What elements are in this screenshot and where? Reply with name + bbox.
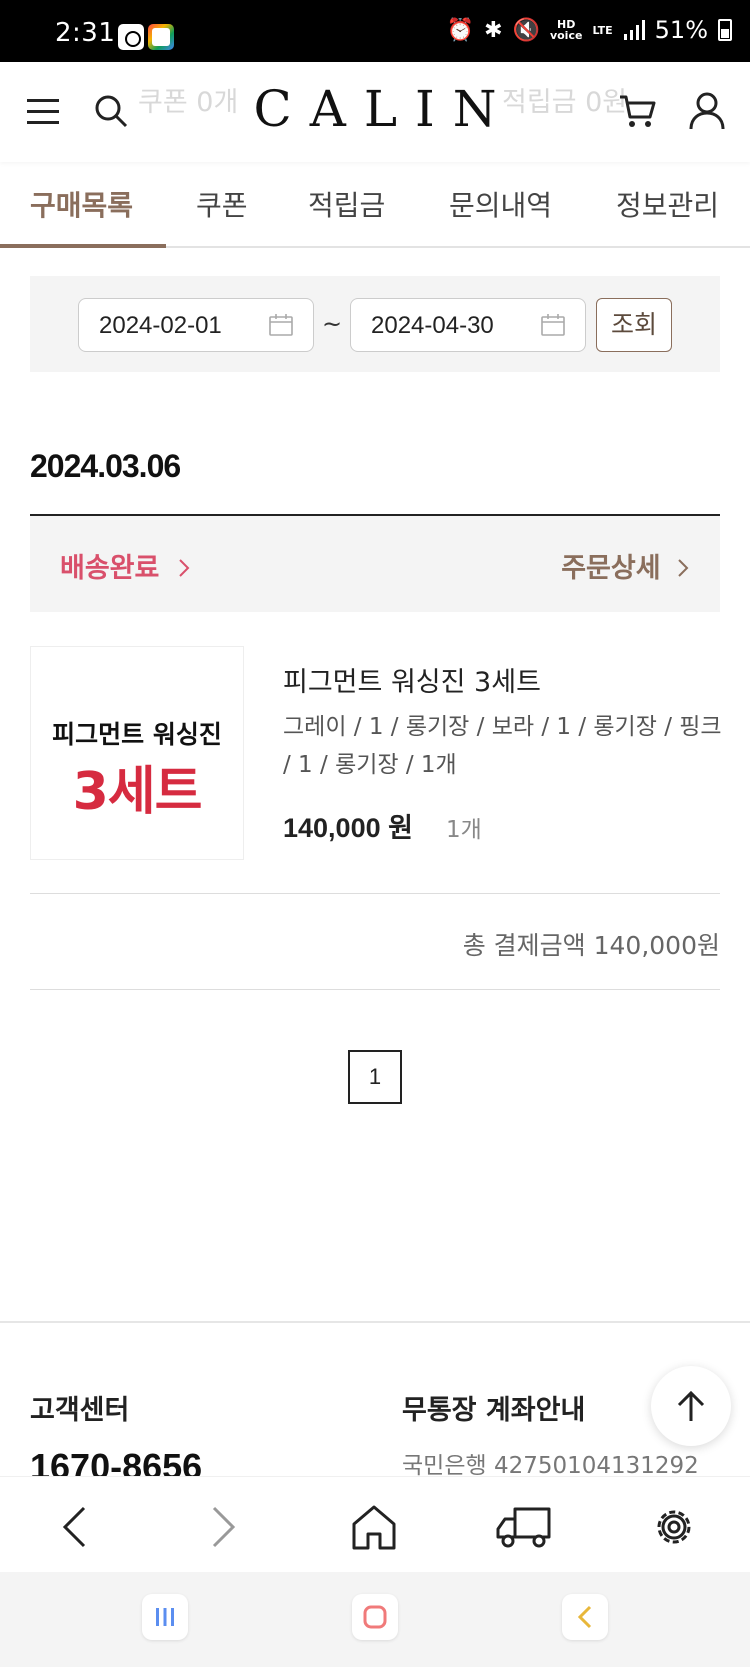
signal-icon bbox=[623, 20, 645, 40]
system-back-button[interactable] bbox=[562, 1594, 608, 1640]
system-navigation-bar bbox=[0, 1572, 750, 1667]
truck-icon bbox=[496, 1507, 551, 1548]
product-quantity: 1개 bbox=[446, 817, 482, 843]
bank-account-info: 국민은행 42750104131292 bbox=[402, 1453, 699, 1479]
product-thumbnail[interactable]: 피그먼트 워싱진 3세트 bbox=[30, 646, 244, 860]
product-name[interactable]: 피그먼트 워싱진 3세트 bbox=[283, 660, 541, 699]
bank-account-title: 무통장 계좌안내 bbox=[402, 1395, 586, 1426]
mute-icon: 🔇 bbox=[512, 17, 540, 43]
chevron-left-icon bbox=[62, 1506, 86, 1548]
tab-coupons[interactable]: 쿠폰 bbox=[196, 184, 248, 224]
start-date-input[interactable]: 2024-02-01 bbox=[78, 298, 314, 352]
account-button[interactable] bbox=[684, 88, 730, 134]
status-icons: ⏰ ✱ 🔇 HD voice LTE 51% bbox=[447, 16, 732, 44]
calendar-icon bbox=[269, 314, 293, 336]
home-square-icon bbox=[363, 1605, 387, 1629]
end-date-input[interactable]: 2024-04-30 bbox=[350, 298, 586, 352]
battery-icon bbox=[718, 19, 732, 41]
status-bar: 2:31 ⏰ ✱ 🔇 HD voice LTE 51% bbox=[0, 0, 750, 62]
hd-voice-icon: HD voice bbox=[549, 18, 583, 42]
system-home-button[interactable] bbox=[352, 1594, 398, 1640]
thumbnail-subtitle: 3세트 bbox=[72, 762, 203, 822]
battery-percent: 51% bbox=[654, 16, 708, 44]
active-tab-indicator bbox=[0, 244, 166, 248]
cart-icon bbox=[620, 95, 656, 127]
delivery-button[interactable] bbox=[494, 1497, 554, 1557]
recent-apps-icon bbox=[156, 1608, 174, 1626]
chevron-left-icon bbox=[577, 1605, 592, 1629]
gear-icon bbox=[657, 1510, 691, 1544]
product-options: 그레이 / 1 / 롱기장 / 보라 / 1 / 롱기장 / 핑크 / 1 / … bbox=[283, 714, 722, 778]
customer-center-title: 고객센터 bbox=[30, 1395, 130, 1426]
start-date-value: 2024-02-01 bbox=[99, 312, 222, 339]
tab-purchase-list[interactable]: 구매목록 bbox=[30, 184, 133, 224]
app-header: 쿠폰 0개 적립금 0원 CALIN bbox=[0, 62, 750, 162]
shipping-status-label: 배송완료 bbox=[60, 553, 160, 584]
status-time: 2:31 bbox=[55, 18, 116, 48]
home-button[interactable] bbox=[344, 1497, 404, 1557]
chevron-right-icon bbox=[179, 559, 190, 577]
chevron-right-icon bbox=[212, 1506, 236, 1548]
footer-divider bbox=[0, 1321, 750, 1323]
home-icon bbox=[352, 1505, 396, 1550]
order-detail-link[interactable]: 주문상세 bbox=[561, 546, 690, 585]
chevron-right-icon bbox=[678, 559, 689, 577]
date-filter: 2024-02-01 ~ 2024-04-30 조회 bbox=[30, 276, 720, 372]
tab-account-info[interactable]: 정보관리 bbox=[616, 184, 719, 224]
back-button[interactable] bbox=[44, 1497, 104, 1557]
search-orders-button[interactable]: 조회 bbox=[596, 298, 672, 352]
mypage-tabs: 구매목록 쿠폰 적립금 문의내역 정보관리 bbox=[0, 170, 750, 248]
user-icon bbox=[689, 92, 725, 130]
bluetooth-icon: ✱ bbox=[484, 17, 503, 43]
recent-apps-button[interactable] bbox=[142, 1594, 188, 1640]
product-price: 140,000 원 bbox=[283, 813, 413, 843]
forward-button[interactable] bbox=[194, 1497, 254, 1557]
shipping-status-link[interactable]: 배송완료 bbox=[60, 546, 191, 585]
clock-app-icon bbox=[118, 24, 144, 50]
browser-bottom-nav bbox=[0, 1476, 750, 1572]
photos-app-icon bbox=[148, 24, 174, 50]
arrow-up-icon bbox=[677, 1390, 705, 1421]
order-date: 2024.03.06 bbox=[30, 448, 181, 484]
end-date-value: 2024-04-30 bbox=[371, 312, 494, 339]
thumbnail-title: 피그먼트 워싱진 bbox=[52, 720, 222, 749]
cart-button[interactable] bbox=[614, 88, 660, 134]
scroll-to-top-button[interactable] bbox=[651, 1366, 731, 1446]
date-range-separator: ~ bbox=[322, 310, 343, 338]
network-type: LTE bbox=[592, 23, 613, 37]
tab-inquiries[interactable]: 문의내역 bbox=[449, 184, 552, 224]
calendar-icon bbox=[541, 314, 565, 336]
divider bbox=[30, 893, 720, 894]
order-total: 총 결제금액 140,000원 bbox=[462, 931, 720, 960]
page-number-button[interactable]: 1 bbox=[348, 1050, 402, 1104]
settings-button[interactable] bbox=[644, 1497, 704, 1557]
order-detail-label: 주문상세 bbox=[561, 553, 661, 584]
tab-points[interactable]: 적립금 bbox=[308, 184, 385, 224]
divider bbox=[30, 989, 720, 990]
alarm-icon: ⏰ bbox=[446, 17, 475, 43]
order-header: 배송완료 주문상세 bbox=[30, 514, 720, 612]
